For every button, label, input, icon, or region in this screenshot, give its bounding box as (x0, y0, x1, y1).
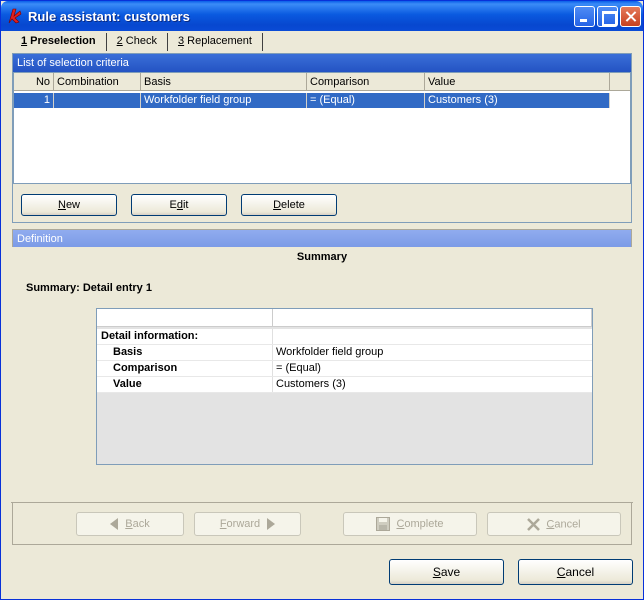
save-button[interactable]: Save (389, 559, 504, 585)
criteria-table[interactable]: No Combination Basis Comparison Value 1 … (13, 72, 631, 184)
detail-title: Detail information: (97, 329, 273, 344)
back-button[interactable]: Back (76, 512, 184, 536)
detail-key: Value (97, 377, 273, 392)
tab-label: Preselection (27, 35, 96, 47)
tab-label: Replacement (184, 35, 252, 47)
button-label: omplete (404, 517, 444, 530)
tab-replacement[interactable]: 3 Replacement (168, 33, 263, 51)
button-label: ew (65, 199, 80, 211)
cell-no: 1 (14, 93, 54, 108)
tab-check[interactable]: 2 Check (107, 33, 168, 51)
cell-basis: Workfolder field group (141, 93, 307, 108)
table-row[interactable]: 1 Workfolder field group = (Equal) Custo… (14, 93, 610, 108)
close-button[interactable] (620, 6, 641, 27)
button-label: it (182, 199, 189, 211)
cancel-x-icon (527, 517, 541, 531)
button-label: orward (226, 517, 261, 530)
cell-comparison: = (Equal) (307, 93, 425, 108)
tab-strip: 1 Preselection 2 Check 3 Replacement (11, 33, 263, 51)
detail-row-value: Value Customers (3) (97, 377, 592, 393)
detail-col-key (97, 309, 273, 326)
button-label: ack (132, 517, 150, 530)
mnemonic: S (432, 565, 441, 579)
complete-button[interactable]: Complete (343, 512, 477, 536)
app-icon (8, 8, 22, 24)
button-label: elete (281, 199, 305, 211)
title-bar[interactable]: Rule assistant: customers (1, 1, 643, 31)
wizard-cancel-button[interactable]: Cancel (487, 512, 621, 536)
button-label: E (169, 199, 177, 211)
detail-value: Workfolder field group (276, 346, 384, 358)
cell-combination (54, 93, 141, 108)
detail-key: Basis (97, 345, 273, 360)
detail-header (97, 309, 592, 327)
detail-col-value (273, 309, 592, 326)
window-title: Rule assistant: customers (28, 9, 190, 24)
detail-row-comparison: Comparison = (Equal) (97, 361, 592, 377)
summary-subtitle: Summary: Detail entry 1 (26, 282, 152, 294)
edit-button[interactable]: Edit (131, 194, 227, 216)
mnemonic: F (219, 517, 227, 530)
minimize-button[interactable] (574, 6, 595, 27)
criteria-header: List of selection criteria (13, 54, 631, 72)
detail-row-title: Detail information: (97, 329, 592, 345)
tab-preselection[interactable]: 1 Preselection (11, 33, 107, 51)
arrow-right-icon (267, 518, 276, 531)
table-header: No Combination Basis Comparison Value (14, 73, 630, 91)
col-comparison[interactable]: Comparison (307, 73, 425, 90)
detail-table[interactable]: Detail information: Basis Workfolder fie… (96, 308, 593, 465)
button-label: ave (440, 565, 461, 579)
save-disk-icon (376, 517, 391, 531)
maximize-button[interactable] (597, 6, 618, 27)
mnemonic: B (125, 517, 133, 530)
detail-value: = (Equal) (276, 362, 321, 374)
summary-title: Summary (296, 251, 348, 263)
mnemonic: N (57, 199, 66, 211)
new-button[interactable]: New (21, 194, 117, 216)
cell-value: Customers (3) (425, 93, 610, 108)
forward-button[interactable]: Forward (194, 512, 301, 536)
delete-button[interactable]: Delete (241, 194, 337, 216)
mnemonic: D (273, 199, 282, 211)
detail-value: Customers (3) (276, 378, 346, 390)
arrow-left-icon (110, 518, 119, 531)
button-label: ancel (565, 565, 595, 579)
button-label: ancel (554, 517, 581, 530)
col-combination[interactable]: Combination (54, 73, 141, 90)
detail-key: Comparison (97, 361, 273, 376)
rule-assistant-window: Rule assistant: customers 1 Preselection… (0, 0, 644, 600)
definition-header: Definition (13, 230, 631, 248)
detail-row-basis: Basis Workfolder field group (97, 345, 592, 361)
cancel-button[interactable]: Cancel (518, 559, 633, 585)
col-no[interactable]: No (14, 73, 54, 90)
definition-content: Summary Summary: Detail entry 1 Detail i… (12, 247, 632, 501)
col-basis[interactable]: Basis (141, 73, 307, 90)
detail-value (273, 329, 279, 344)
col-value[interactable]: Value (425, 73, 610, 90)
tab-label: Check (122, 35, 157, 47)
